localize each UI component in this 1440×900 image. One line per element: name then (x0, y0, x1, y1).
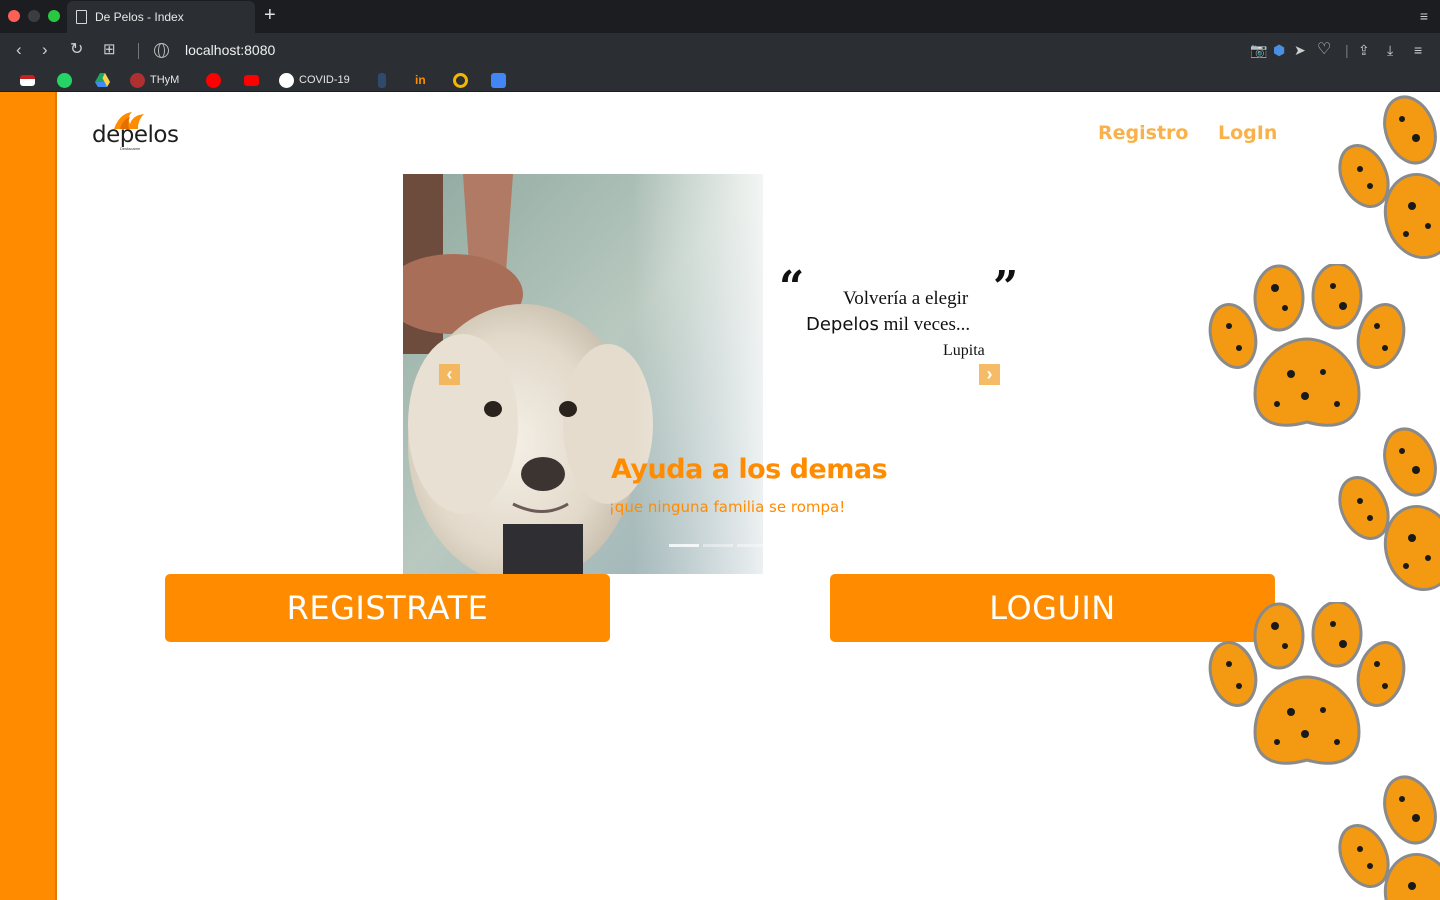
carousel-caption-title: Ayuda a los demas (611, 454, 888, 485)
youtube-music-icon (206, 72, 221, 88)
globe-icon (154, 43, 169, 58)
quote-line-2: Depelos mil veces... (806, 314, 970, 336)
bookmark-label: THyM (150, 74, 180, 86)
easy-setup-icon[interactable]: ≡ (1414, 41, 1422, 59)
quote-line-1: Volvería a elegir (843, 288, 969, 309)
carousel-indicator[interactable] (703, 544, 733, 547)
close-quote-icon: ” (993, 262, 1019, 313)
address-bar[interactable]: localhost:8080 (185, 42, 275, 58)
back-icon[interactable]: ‹ (16, 40, 22, 60)
address-separator (138, 43, 139, 59)
web-page: depelos Destacame Registro LogIn “ ” Vol… (0, 92, 1440, 900)
browser-titlebar: De Pelos - Index + ≡ (0, 0, 1440, 33)
bookmark-youtube-music[interactable] (206, 71, 221, 89)
new-tab-button[interactable]: + (264, 4, 276, 26)
bookmark-blank[interactable] (378, 71, 386, 89)
tab-title: De Pelos - Index (95, 10, 184, 24)
bookmark-thym[interactable]: THyM (130, 71, 179, 89)
shield-icon[interactable]: ⬢ (1273, 41, 1285, 59)
paw-print-icon (1208, 264, 1406, 427)
share-icon[interactable]: ⇪ (1358, 41, 1370, 59)
quote-author: Lupita (943, 342, 985, 359)
browser-tab[interactable]: De Pelos - Index (67, 1, 255, 33)
register-button[interactable]: REGISTRATE (165, 574, 610, 642)
paw-print-icon (1338, 427, 1440, 592)
bookmark-ring[interactable] (453, 71, 468, 89)
in-app-icon: in (415, 73, 426, 87)
carousel-prev-button[interactable]: ‹ (439, 364, 460, 385)
bookmark-youtube[interactable] (244, 71, 259, 89)
snapshot-icon[interactable]: 📷 (1250, 41, 1267, 59)
forward-icon[interactable]: › (42, 40, 48, 60)
download-icon[interactable]: ⤓ (1387, 41, 1393, 59)
quote-brand: Depelos (806, 314, 879, 335)
minimize-window-button[interactable] (28, 10, 40, 22)
bookmark-drive[interactable] (95, 71, 110, 89)
bookmark-label: COVID-19 (299, 74, 350, 86)
blank-page-icon (378, 72, 386, 88)
calendar-icon (491, 72, 506, 88)
quote-rest: mil veces... (878, 314, 971, 335)
whatsapp-icon (57, 72, 72, 88)
paw-print-icon (1338, 95, 1440, 260)
youtube-icon (244, 74, 259, 86)
google-drive-icon (95, 73, 110, 87)
carousel-next-button[interactable]: › (979, 364, 1000, 385)
heart-icon[interactable]: ♡ (1317, 41, 1331, 59)
logo-text: depelos (92, 122, 179, 148)
reload-icon[interactable]: ↻ (70, 40, 83, 60)
testimonial-carousel: “ ” Volvería a elegir Depelos mil veces.… (403, 174, 1043, 574)
login-link[interactable]: LogIn (1218, 122, 1277, 144)
document-icon (76, 10, 87, 24)
carousel-indicator[interactable] (669, 544, 699, 547)
left-orange-bar (0, 92, 57, 900)
bookmarks-bar: THyM COVID-19 in (0, 68, 1440, 92)
speed-dial-icon[interactable]: ⊞ (103, 40, 116, 60)
open-quote-icon: “ (779, 262, 805, 313)
bookmark-covid[interactable]: COVID-19 (279, 71, 350, 89)
ring-icon (453, 72, 468, 88)
gmail-icon (20, 74, 35, 86)
logo-subtext: Destacame (120, 146, 141, 151)
maximize-window-button[interactable] (48, 10, 60, 22)
github-icon (279, 72, 294, 88)
bookmark-in[interactable]: in (415, 71, 426, 89)
carousel-indicator[interactable] (737, 544, 767, 547)
browser-toolbar: ‹ › ↻ ⊞ localhost:8080 📷 ⬢ ➤ ♡ | ⇪ ⤓ ≡ (0, 33, 1440, 68)
paw-print-icon (1338, 775, 1440, 900)
registro-link[interactable]: Registro (1098, 122, 1188, 144)
site-logo[interactable]: depelos Destacame (92, 110, 182, 152)
carousel-caption-subtitle: ¡que ninguna familia se rompa! (608, 498, 846, 516)
tab-menu-icon[interactable]: ≡ (1420, 8, 1428, 24)
thym-icon (130, 72, 145, 88)
close-window-button[interactable] (8, 10, 20, 22)
bookmark-whatsapp[interactable] (57, 71, 72, 89)
bookmark-calendar[interactable] (491, 71, 506, 89)
paw-print-icon (1208, 602, 1406, 765)
bookmark-gmail[interactable] (20, 71, 35, 89)
send-icon[interactable]: ➤ (1294, 41, 1306, 59)
